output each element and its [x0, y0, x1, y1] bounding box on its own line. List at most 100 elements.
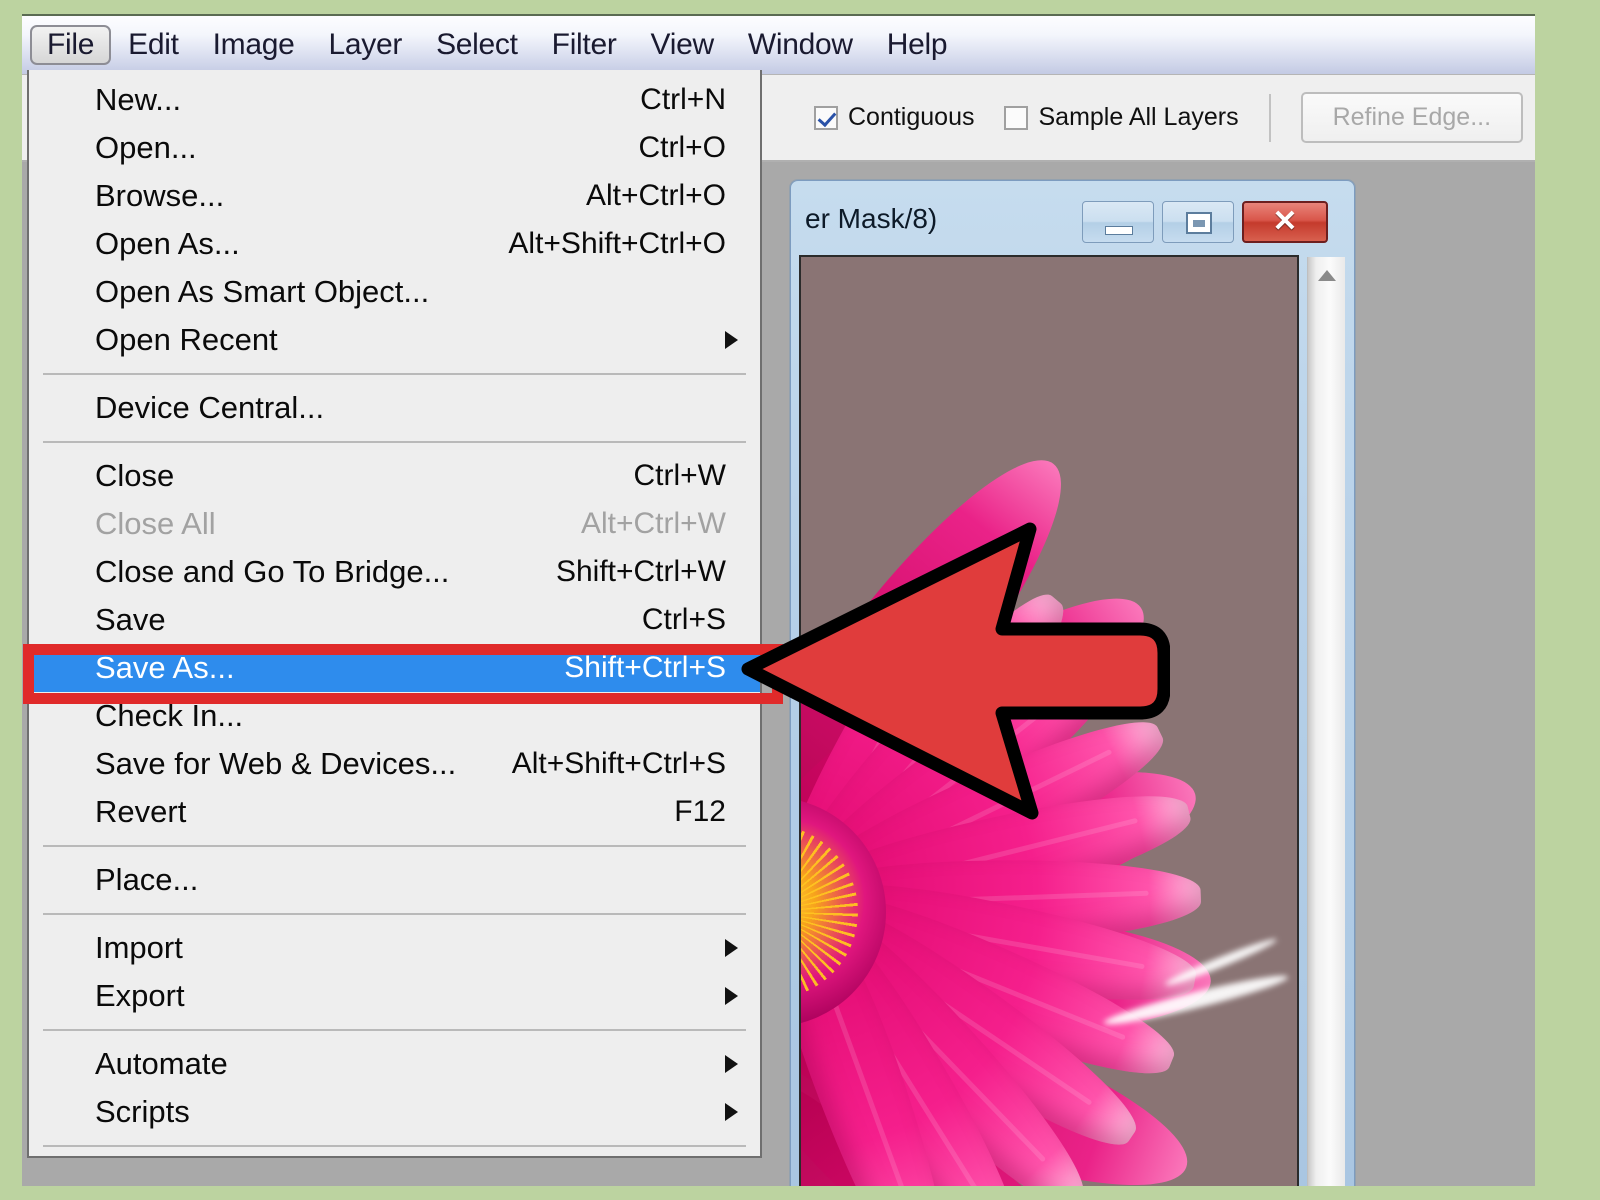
- menu-item-open[interactable]: Open... Ctrl+O: [29, 124, 760, 172]
- save-as-row-wrapper: Save As... Shift+Ctrl+S: [23, 644, 783, 704]
- refine-edge-button[interactable]: Refine Edge...: [1300, 92, 1524, 143]
- menu-item-label: Open As Smart Object...: [95, 274, 430, 309]
- menu-item-label: Open...: [95, 130, 197, 165]
- menu-select[interactable]: Select: [419, 25, 535, 65]
- menu-item-place[interactable]: Place...: [29, 856, 760, 904]
- menu-item-open-recent[interactable]: Open Recent: [29, 316, 760, 364]
- menu-image-label: Image: [212, 28, 295, 61]
- menu-item-label: New...: [95, 82, 182, 117]
- menu-view[interactable]: View: [634, 25, 731, 65]
- menu-item-shortcut: Alt+Shift+Ctrl+O: [508, 227, 726, 260]
- menu-item-shortcut: Ctrl+S: [641, 603, 726, 636]
- menu-item-open-as[interactable]: Open As... Alt+Shift+Ctrl+O: [29, 220, 760, 268]
- menu-item-label: Browse...: [95, 178, 225, 213]
- menu-item-close-all: Close All Alt+Ctrl+W: [29, 500, 760, 548]
- menu-item-label: Close All: [95, 506, 216, 541]
- menu-help-label: Help: [886, 28, 948, 61]
- menu-window[interactable]: Window: [731, 25, 870, 65]
- menu-edit[interactable]: Edit: [111, 25, 196, 65]
- menu-item-label: Open As...: [95, 226, 240, 261]
- document-title-bar[interactable]: er Mask/8) ✕: [791, 181, 1354, 255]
- vertical-scrollbar[interactable]: [1307, 257, 1345, 1186]
- tool-options-group: Contiguous Sample All Layers Refine Edge…: [814, 92, 1524, 143]
- document-title: er Mask/8): [805, 203, 938, 234]
- page-root: File Edit Image Layer Select Filter View…: [0, 0, 1600, 1200]
- menu-item-browse[interactable]: Browse... Alt+Ctrl+O: [29, 172, 760, 220]
- menu-item-label: Check In...: [95, 698, 244, 733]
- menu-item-scripts[interactable]: Scripts: [29, 1088, 760, 1136]
- menu-item-label: Save for Web & Devices...: [95, 746, 457, 781]
- menu-image[interactable]: Image: [196, 25, 312, 65]
- menu-select-label: Select: [436, 28, 518, 61]
- menu-bar: File Edit Image Layer Select Filter View…: [22, 16, 1535, 74]
- menu-item-label: Save As...: [95, 650, 235, 685]
- menu-item-save-as[interactable]: Save As... Shift+Ctrl+S: [29, 644, 760, 692]
- menu-separator: [43, 373, 746, 375]
- close-icon: ✕: [1272, 205, 1298, 238]
- menu-item-export[interactable]: Export: [29, 972, 760, 1020]
- close-button[interactable]: ✕: [1242, 201, 1328, 243]
- menu-item-label: Scripts: [95, 1094, 190, 1129]
- window-controls: ✕: [1082, 201, 1328, 243]
- file-dropdown-menu[interactable]: New... Ctrl+N Open... Ctrl+O Browse... A…: [23, 70, 783, 1158]
- menu-item-label: Close: [95, 458, 175, 493]
- menu-item-label: Save: [95, 602, 166, 637]
- menu-item-shortcut: Alt+Shift+Ctrl+S: [511, 747, 726, 780]
- minimize-button[interactable]: [1082, 201, 1154, 243]
- menu-item-shortcut: F12: [674, 795, 726, 828]
- menu-item-save[interactable]: Save Ctrl+S: [29, 596, 760, 644]
- menu-item-automate[interactable]: Automate: [29, 1040, 760, 1088]
- menu-separator: [43, 845, 746, 847]
- menu-layer-label: Layer: [328, 28, 403, 61]
- sample-all-layers-checkbox[interactable]: [1004, 105, 1029, 130]
- menu-item-label: Open Recent: [95, 322, 278, 357]
- menu-file-label: File: [47, 28, 95, 61]
- contiguous-label: Contiguous: [848, 103, 975, 131]
- menu-item-shortcut: Shift+Ctrl+S: [564, 651, 726, 684]
- minimize-icon: [1105, 226, 1133, 235]
- maximize-button[interactable]: [1162, 201, 1234, 243]
- contiguous-checkbox[interactable]: [814, 105, 838, 130]
- menu-filter-label: Filter: [551, 28, 617, 61]
- menu-separator: [43, 1029, 746, 1031]
- menu-item-check-in[interactable]: Check In...: [29, 692, 760, 740]
- menu-separator: [43, 441, 746, 443]
- contiguous-option[interactable]: Contiguous: [814, 103, 974, 132]
- menu-item-close-and-go-to-bridge[interactable]: Close and Go To Bridge... Shift+Ctrl+W: [29, 548, 760, 596]
- menu-item-import[interactable]: Import: [29, 924, 760, 972]
- scroll-up-arrow-icon[interactable]: [1308, 257, 1345, 293]
- menu-item-label: Export: [95, 978, 185, 1013]
- menu-item-shortcut: Ctrl+W: [633, 459, 727, 492]
- menu-file[interactable]: File: [30, 25, 112, 65]
- menu-edit-label: Edit: [128, 28, 179, 61]
- sample-all-layers-option[interactable]: Sample All Layers: [1004, 103, 1239, 132]
- options-divider: [1268, 93, 1271, 142]
- menu-item-close[interactable]: Close Ctrl+W: [29, 452, 760, 500]
- menu-item-label: Close and Go To Bridge...: [95, 554, 450, 589]
- menu-help[interactable]: Help: [870, 25, 965, 65]
- pointer-arrow-annotation: [741, 522, 1170, 820]
- menu-item-save-for-web-and-devices[interactable]: Save for Web & Devices... Alt+Shift+Ctrl…: [29, 740, 760, 788]
- menu-window-label: Window: [747, 28, 853, 61]
- menu-item-device-central[interactable]: Device Central...: [29, 384, 760, 432]
- menu-item-label: Place...: [95, 862, 199, 897]
- menu-item-revert[interactable]: Revert F12: [29, 788, 760, 836]
- menu-item-shortcut: Ctrl+O: [638, 131, 726, 164]
- menu-view-label: View: [650, 28, 715, 61]
- menu-item-shortcut: Alt+Ctrl+O: [585, 179, 726, 212]
- menu-item-label: Automate: [95, 1046, 228, 1081]
- sample-all-layers-label: Sample All Layers: [1038, 103, 1239, 131]
- menu-item-label: Import: [95, 930, 183, 965]
- menu-item-shortcut: Ctrl+N: [640, 83, 726, 116]
- menu-layer[interactable]: Layer: [312, 25, 420, 65]
- menu-item-label: Revert: [95, 794, 187, 829]
- menu-item-shortcut: Alt+Ctrl+W: [580, 507, 726, 540]
- menu-item-new[interactable]: New... Ctrl+N: [29, 76, 760, 124]
- menu-separator: [43, 913, 746, 915]
- menu-item-open-as-smart-object[interactable]: Open As Smart Object...: [29, 268, 760, 316]
- menu-separator: [43, 1145, 746, 1147]
- menu-item-label: Device Central...: [95, 390, 325, 425]
- maximize-icon: [1186, 212, 1212, 234]
- menu-filter[interactable]: Filter: [535, 25, 634, 65]
- photoshop-application-frame: File Edit Image Layer Select Filter View…: [22, 14, 1535, 1186]
